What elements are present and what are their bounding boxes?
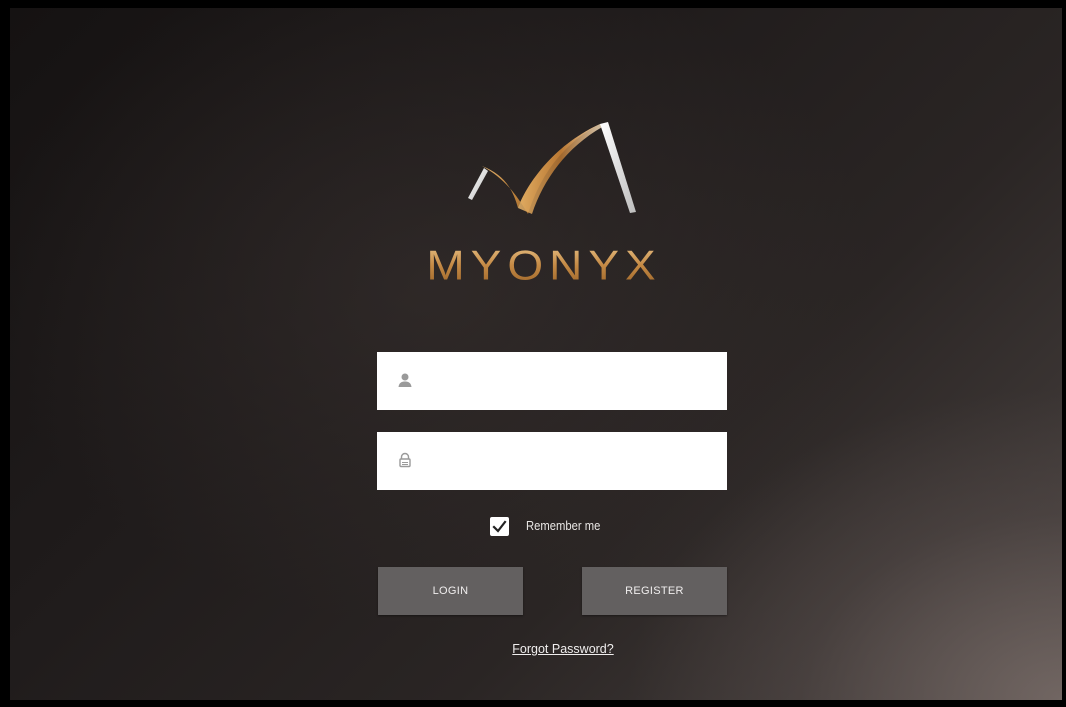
lock-icon bbox=[399, 452, 411, 468]
username-input[interactable] bbox=[427, 352, 721, 412]
password-input[interactable] bbox=[427, 432, 721, 492]
remember-me-checkbox[interactable] bbox=[490, 516, 509, 536]
user-icon bbox=[398, 373, 412, 387]
device-frame: MYONYX Remember me LOGIN REGISTER Forgot… bbox=[0, 0, 1066, 707]
forgot-password-link[interactable]: Forgot Password? bbox=[490, 642, 636, 656]
remember-me-label: Remember me bbox=[526, 519, 601, 533]
username-field[interactable] bbox=[377, 352, 727, 412]
brand-wordmark: MYONYX bbox=[374, 243, 714, 288]
checkmark-icon bbox=[492, 519, 507, 533]
register-button[interactable]: REGISTER bbox=[582, 567, 727, 615]
remember-me[interactable]: Remember me bbox=[490, 515, 609, 537]
login-button[interactable]: LOGIN bbox=[378, 567, 523, 615]
login-screen: MYONYX Remember me LOGIN REGISTER Forgot… bbox=[10, 8, 1062, 700]
password-field[interactable] bbox=[377, 432, 727, 492]
myonyx-logo-icon bbox=[468, 122, 636, 214]
